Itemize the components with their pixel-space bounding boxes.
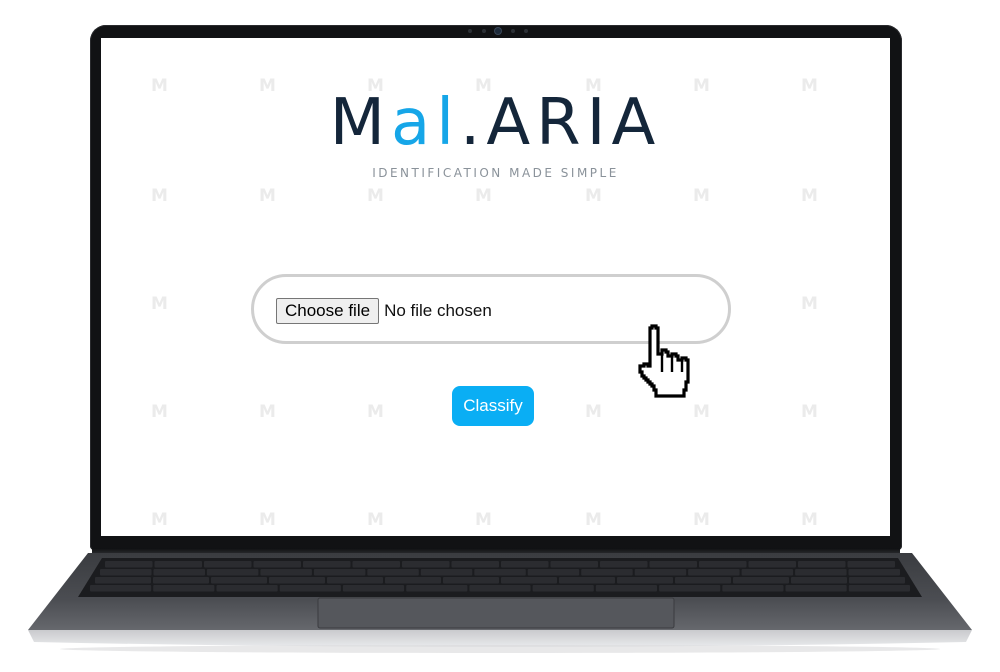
keyboard-key [595,585,657,592]
keyboard-key [279,585,341,592]
keyboard-key [501,577,557,584]
keyboard-key [216,585,278,592]
keyboard-key [95,577,151,584]
keyboard-key [600,561,648,568]
keyboard-key [385,577,441,584]
keyboard-key [617,577,673,584]
keyboard-key [327,577,383,584]
keyboard-key [253,561,301,568]
keyboard-key [153,569,205,576]
keyboard-key [342,585,405,592]
keyboard-key [785,585,847,592]
keyboard-key [105,561,153,568]
keyboard-key [527,569,580,576]
keyboard-key [559,577,615,584]
keyboard-key [748,561,796,568]
keyboard-key [532,585,594,592]
keyboard-key [847,561,895,568]
keyboard-key [581,569,633,576]
keyboard-key [733,577,789,584]
keyboard-key [550,561,598,568]
keyboard-key [675,577,731,584]
keyboard-key [260,569,312,576]
keyboard-key [443,577,499,584]
keyboard-key [154,561,202,568]
keyboard-key [153,577,209,584]
keyboard-key [849,577,905,584]
keyboard-key [791,577,847,584]
keyboard-key [741,569,794,576]
keyboard-key [634,569,687,576]
keyboard-key [795,569,847,576]
keyboard-key [848,569,900,576]
keyboard-key [699,561,747,568]
keyboard-key [406,585,468,592]
keyboard-key [469,585,531,592]
keyboard-key [303,561,351,568]
keyboard-key [367,569,419,576]
laptop-base [28,553,972,653]
keyboard-key [211,577,267,584]
keyboard-key [206,569,259,576]
keyboard-key [153,585,215,592]
keyboard-key [420,569,473,576]
keyboard-key [649,561,697,568]
keyboard-key [90,585,152,592]
keyboard-key [501,561,549,568]
keyboard-key [798,561,846,568]
keyboard-key [352,561,400,568]
keyboard-key [269,577,325,584]
keyboard-key [100,569,152,576]
keyboard-key [474,569,526,576]
keyboard-key [402,561,450,568]
keyboard-key [688,569,740,576]
keyboard-key [451,561,499,568]
keyboard-key [659,585,721,592]
keyboard-key [848,585,910,592]
laptop-mockup: MMMMMMMMMMMMMMMMMMMMMMMMMMMMMMMMMMM Mal.… [0,0,1000,672]
keyboard-key [313,569,366,576]
keyboard-key [204,561,252,568]
keyboard-key [722,585,784,592]
